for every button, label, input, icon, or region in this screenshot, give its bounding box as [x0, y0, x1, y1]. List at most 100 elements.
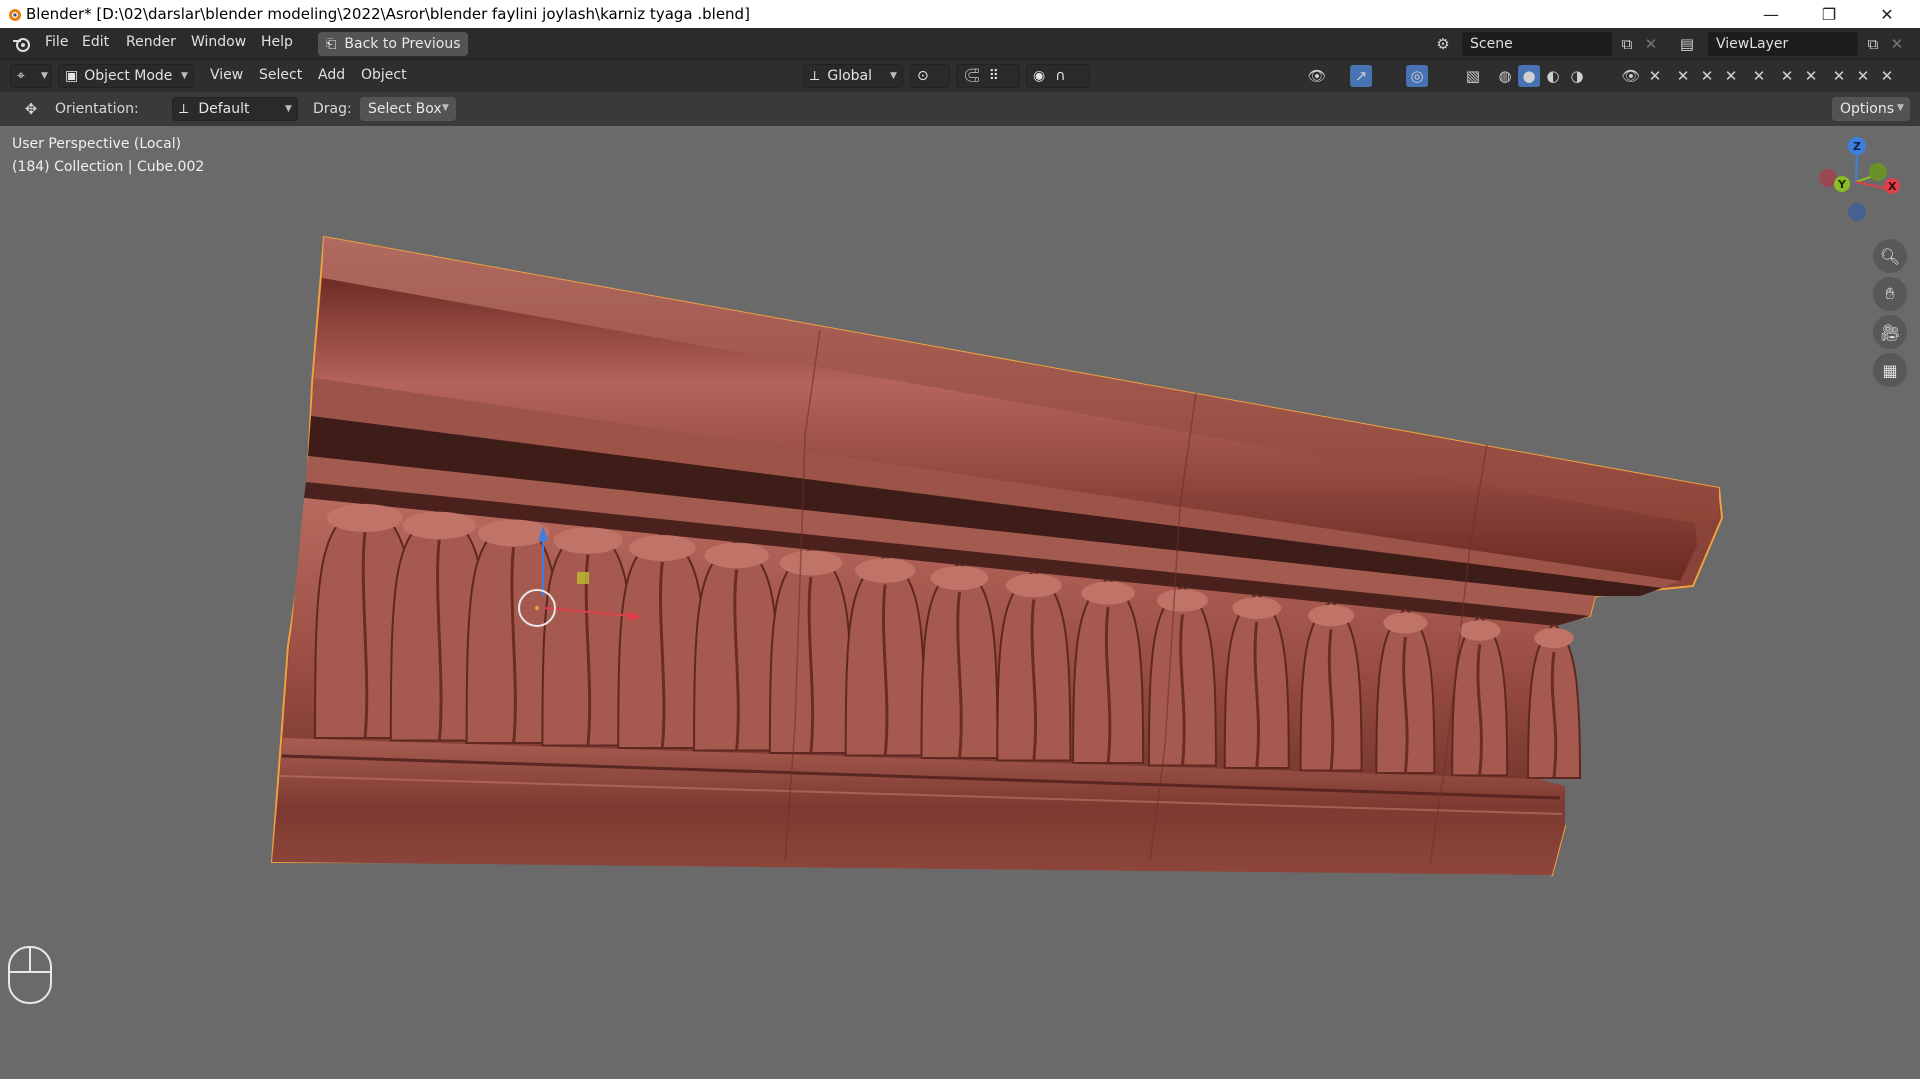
menu-file[interactable]: File [45, 34, 68, 50]
viewlayer-icon[interactable]: ▤ [1676, 33, 1698, 55]
object-origin-gizmo[interactable] [500, 486, 680, 666]
y-axis-label: Y [1837, 178, 1847, 191]
leaf-tip [704, 542, 769, 569]
rendered-shading-icon[interactable]: ◑ [1566, 65, 1588, 87]
pan-hand-icon[interactable]: ✋︎ [1873, 277, 1907, 311]
header-menu-add[interactable]: Add [318, 67, 345, 83]
transform-orientation-dropdown[interactable]: ⟂ Global ▼ [803, 64, 903, 88]
drag-value: Select Box [368, 101, 442, 117]
menu-render[interactable]: Render [126, 34, 176, 50]
close-window-button[interactable]: ✕ [1858, 0, 1916, 28]
restrict-icon[interactable]: ✕ [1748, 65, 1770, 87]
3d-viewport[interactable]: User Perspective (Local) (184) Collectio… [0, 126, 1920, 1079]
eye-icon[interactable]: 👁︎ [1620, 65, 1642, 87]
window-title: Blender* [D:\02\darslar\blender modeling… [26, 5, 750, 23]
menu-edit[interactable]: Edit [82, 34, 109, 50]
back-to-previous-label: Back to Previous [344, 36, 461, 52]
plane-handle-icon[interactable] [577, 572, 589, 584]
xray-toggle-icon[interactable]: ▧ [1462, 65, 1484, 87]
delete-scene-icon[interactable]: ✕ [1640, 33, 1662, 55]
options-dropdown[interactable]: Options ▼ [1832, 97, 1910, 121]
visibility-selectability-icon[interactable]: 👁︎ [1306, 65, 1328, 87]
navigation-gizmo[interactable]: Z Y X [1800, 134, 1910, 234]
overlay-toggle-icon[interactable]: ◎ [1406, 65, 1428, 87]
falloff-icon: ∩ [1055, 68, 1066, 84]
wireframe-shading-icon[interactable]: ◍ [1494, 65, 1516, 87]
restrict-icon[interactable]: ✕ [1852, 65, 1874, 87]
header-menu-object[interactable]: Object [361, 67, 407, 83]
snap-controls[interactable]: 🧲︎ ⠿ [956, 64, 1020, 88]
snap-grid-icon: ⠿ [988, 68, 1000, 84]
gizmo-toggle-icon[interactable]: ↗ [1350, 65, 1372, 87]
z-axis-arrow-icon[interactable] [538, 526, 548, 541]
menu-window[interactable]: Window [191, 34, 246, 50]
back-to-previous-button[interactable]: ⎗ Back to Previous [318, 32, 468, 56]
orientation-dropdown[interactable]: ⟂ Default ▼ [172, 97, 298, 121]
delete-viewlayer-icon[interactable]: ✕ [1886, 33, 1908, 55]
material-preview-shading-icon[interactable]: ◐ [1542, 65, 1564, 87]
topbar: File Edit Render Window Help ⎗ Back to P… [0, 28, 1920, 60]
scene-field[interactable]: Scene [1462, 32, 1612, 56]
object-mode-icon: ▣ [65, 68, 79, 84]
blender-menu-icon[interactable] [12, 35, 32, 53]
viewlayer-field[interactable]: ViewLayer [1708, 32, 1858, 56]
editor-type-dropdown[interactable]: ⌖ ▼ [10, 64, 52, 88]
window-titlebar: Blender* [D:\02\darslar\blender modeling… [0, 0, 1920, 29]
solid-shading-icon[interactable]: ● [1518, 65, 1540, 87]
neg-z-axis-icon[interactable] [1848, 203, 1866, 221]
restrict-icon[interactable]: ✕ [1644, 65, 1666, 87]
perspective-grid-icon[interactable]: ▦ [1873, 353, 1907, 387]
restrict-icon[interactable]: ✕ [1776, 65, 1798, 87]
mode-dropdown[interactable]: ▣ Object Mode ▼ [58, 64, 194, 88]
pivot-point-dropdown[interactable]: ⊙ [910, 64, 950, 88]
menu-help[interactable]: Help [261, 34, 293, 50]
back-icon: ⎗ [326, 36, 337, 52]
origin-dot-icon [535, 606, 539, 610]
minimize-button[interactable]: — [1742, 0, 1800, 28]
orientation-label: Orientation: [55, 101, 139, 117]
new-viewlayer-icon[interactable]: ⧉ [1862, 33, 1884, 55]
pivot-icon: ⊙ [917, 68, 929, 84]
maximize-button[interactable]: ❐ [1800, 0, 1858, 28]
header-menu-select[interactable]: Select [259, 67, 302, 83]
restrict-icon[interactable]: ✕ [1696, 65, 1718, 87]
viewlayer-name: ViewLayer [1716, 36, 1789, 52]
leaf-tip [855, 558, 916, 583]
header-menu-view[interactable]: View [210, 67, 243, 83]
scene-icon[interactable]: ⚙ [1432, 33, 1454, 55]
options-label: Options [1840, 101, 1895, 117]
move-tool-icon: ✥ [24, 100, 38, 118]
proportional-editing-controls[interactable]: ◉ ∩ [1026, 64, 1090, 88]
viewport-header: ⌖ ▼ ▣ Object Mode ▼ View Select Add Objec… [0, 60, 1920, 92]
neg-y-axis-icon[interactable] [1869, 163, 1887, 181]
blender-logo-icon [9, 9, 21, 21]
leaf-tip [930, 566, 989, 590]
mouse-icon [8, 946, 52, 1004]
transform-orientation-label: Global [827, 68, 873, 84]
orientation-icon: ⟂ [810, 68, 820, 84]
leaf-tip [1383, 612, 1428, 634]
leaf-tip [402, 511, 477, 540]
drag-select-box-dropdown[interactable]: Select Box ▼ [360, 97, 456, 121]
restrict-icon[interactable]: ✕ [1828, 65, 1850, 87]
x-axis-arrow-icon[interactable] [628, 611, 642, 621]
x-axis-line [542, 607, 636, 617]
zoom-icon[interactable]: 🔍︎ [1873, 239, 1907, 273]
leaf-tip [327, 504, 403, 532]
camera-view-icon[interactable]: 🎥︎ [1873, 315, 1907, 349]
magnet-icon: 🧲︎ [963, 68, 981, 84]
orientation-value: Default [198, 101, 250, 117]
leaf-tip [1534, 628, 1574, 648]
scene-name: Scene [1470, 36, 1513, 52]
leaf-tip [779, 550, 843, 576]
restrict-icon[interactable]: ✕ [1800, 65, 1822, 87]
cornice-model[interactable] [0, 126, 1920, 1079]
orientation-axis-icon: ⟂ [179, 101, 189, 117]
restrict-icon[interactable]: ✕ [1876, 65, 1898, 87]
x-axis-label: X [1888, 180, 1897, 193]
restrict-icon[interactable]: ✕ [1672, 65, 1694, 87]
mode-label: Object Mode [84, 68, 173, 84]
leaf-tip [1081, 581, 1135, 605]
restrict-icon[interactable]: ✕ [1720, 65, 1742, 87]
new-scene-icon[interactable]: ⧉ [1616, 33, 1638, 55]
